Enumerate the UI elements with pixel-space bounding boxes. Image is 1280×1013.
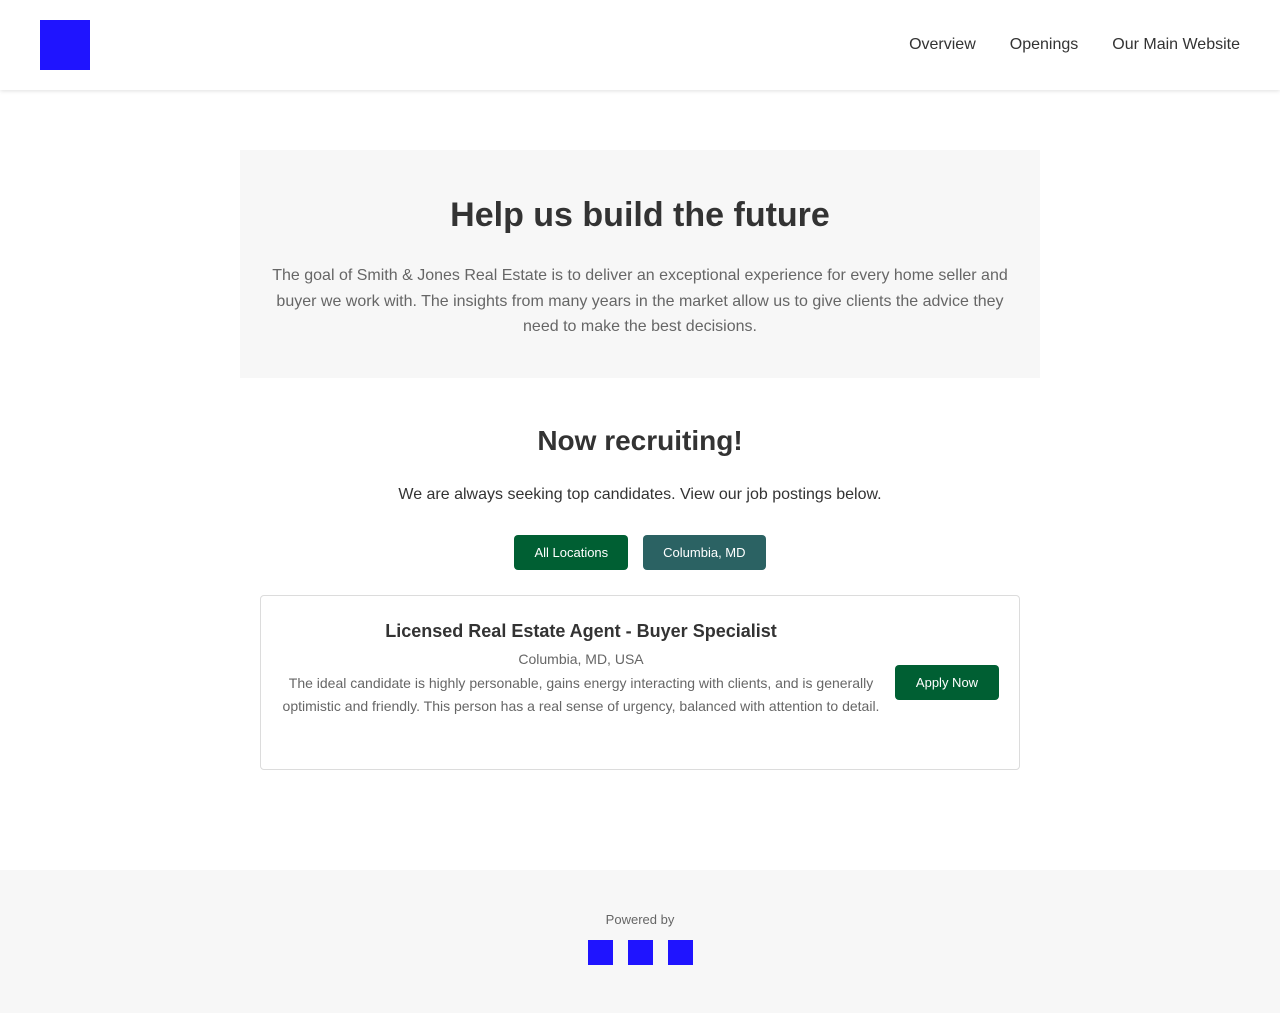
hero-panel: Help us build the future The goal of Smi… bbox=[240, 150, 1040, 378]
footer-brand-icons bbox=[0, 940, 1280, 965]
brand-icon[interactable] bbox=[667, 940, 693, 965]
company-logo[interactable] bbox=[40, 20, 90, 70]
brand-icon[interactable] bbox=[627, 940, 653, 965]
recruiting-title: Now recruiting! bbox=[537, 425, 743, 456]
job-location: Columbia, MD, USA bbox=[518, 651, 644, 667]
brand-icon[interactable] bbox=[587, 940, 613, 965]
job-posting-card: Licensed Real Estate Agent - Buyer Speci… bbox=[260, 595, 1020, 770]
recruiting-section: Now recruiting! We are always seeking to… bbox=[240, 420, 1040, 505]
job-description: The ideal candidate is highly personable… bbox=[282, 675, 880, 714]
hero-title: Help us build the future bbox=[450, 196, 830, 234]
hero-description: The goal of Smith & Jones Real Estate is… bbox=[272, 267, 1008, 335]
site-header: Overview Openings Our Main Website bbox=[0, 0, 1280, 90]
job-title[interactable]: Licensed Real Estate Agent - Buyer Speci… bbox=[281, 620, 881, 642]
job-posting-details: Licensed Real Estate Agent - Buyer Speci… bbox=[281, 596, 881, 718]
filter-all-locations-button[interactable]: All Locations bbox=[514, 535, 629, 570]
main-nav: Overview Openings Our Main Website bbox=[909, 0, 1240, 90]
filter-columbia-md-button[interactable]: Columbia, MD bbox=[643, 535, 766, 570]
site-footer: Powered by bbox=[0, 870, 1280, 1013]
nav-link-main-website[interactable]: Our Main Website bbox=[1112, 36, 1240, 54]
apply-now-button[interactable]: Apply Now bbox=[895, 665, 999, 700]
recruiting-subtitle: We are always seeking top candidates. Vi… bbox=[398, 486, 882, 503]
location-filters: All Locations Columbia, MD bbox=[0, 535, 1280, 570]
nav-link-openings[interactable]: Openings bbox=[1010, 36, 1079, 54]
powered-by-label: Powered by bbox=[605, 912, 675, 927]
nav-link-overview[interactable]: Overview bbox=[909, 36, 976, 54]
